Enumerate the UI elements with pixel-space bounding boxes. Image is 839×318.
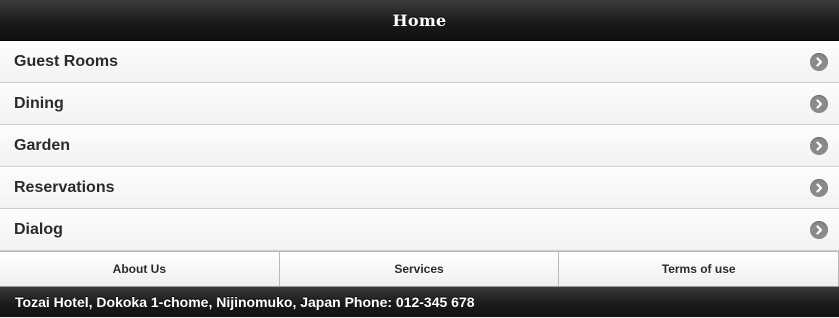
menu-list: Guest Rooms Dining Garden Reservations D… [0,41,839,251]
services-button[interactable]: Services [280,252,560,286]
menu-item-label: Dining [14,95,64,112]
page-title: Home [392,10,447,30]
menu-item-garden[interactable]: Garden [0,125,839,167]
about-us-button[interactable]: About Us [0,252,280,286]
menu-item-dialog[interactable]: Dialog [0,209,839,251]
chevron-right-icon [810,137,828,155]
menu-item-label: Garden [14,137,71,154]
menu-item-label: Guest Rooms [14,53,119,70]
chevron-right-icon [810,221,828,239]
page-footer: Tozai Hotel, Dokoka 1-chome, Nijinomuko,… [0,287,839,317]
terms-of-use-button[interactable]: Terms of use [559,252,839,286]
page-header: Home [0,0,839,41]
menu-item-guest-rooms[interactable]: Guest Rooms [0,41,839,83]
footer-navbar: About Us Services Terms of use [0,251,839,287]
footer-contact-text: Tozai Hotel, Dokoka 1-chome, Nijinomuko,… [15,294,475,310]
menu-item-label: Reservations [14,179,115,196]
chevron-right-icon [810,95,828,113]
menu-item-dining[interactable]: Dining [0,83,839,125]
menu-item-reservations[interactable]: Reservations [0,167,839,209]
chevron-right-icon [810,179,828,197]
page: Home Guest Rooms Dining Garden Reservati… [0,0,839,318]
menu-item-label: Dialog [14,221,63,238]
chevron-right-icon [810,53,828,71]
